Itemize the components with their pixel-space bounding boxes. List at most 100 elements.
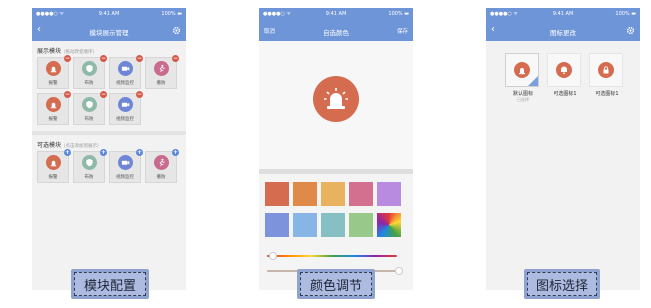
add-icon[interactable]: + — [100, 149, 107, 156]
caption-icon-select: 图标选择 — [524, 269, 600, 299]
tile-label: 布防 — [84, 117, 94, 122]
shield-icon — [82, 61, 97, 76]
color-swatch[interactable] — [321, 213, 345, 237]
nav-bar: ‹ 图标更改 — [486, 21, 640, 41]
caption-label: 模块配置 — [74, 272, 146, 296]
optional-module-tile[interactable]: 报警 + — [37, 149, 71, 183]
icon-option-name: 可选图标1 — [553, 91, 577, 97]
remove-icon[interactable]: − — [136, 55, 143, 62]
color-swatch[interactable] — [349, 213, 373, 237]
saturation-slider-handle[interactable] — [395, 267, 403, 275]
icon-option-1[interactable]: 可选图标1 — [547, 53, 583, 103]
tile-label: 报警 — [48, 175, 58, 180]
status-bar: ●●●●○ ᯤ 9:41 AM 100% ▬ — [486, 8, 640, 21]
caption-color-adjust: 颜色调节 — [297, 269, 375, 299]
shown-module-tile[interactable]: 视频监控 − — [109, 55, 143, 89]
settings-icon[interactable] — [172, 26, 181, 35]
lock-icon — [598, 62, 614, 78]
save-button[interactable]: 保存 — [397, 27, 408, 35]
status-bar: ●●●●○ ᯤ 9:41 AM 100% ▬ — [259, 8, 413, 21]
tile-label: 撤防 — [156, 175, 166, 180]
settings-icon[interactable] — [626, 26, 635, 35]
remove-icon[interactable]: − — [100, 55, 107, 62]
battery-indicator: 100% ▬ — [615, 11, 636, 17]
color-swatch[interactable] — [293, 213, 317, 237]
bell-icon — [556, 62, 572, 78]
run-icon — [154, 61, 169, 76]
nav-bar: 取消 自选颜色 保存 — [259, 21, 413, 41]
optional-module-tile[interactable]: 视频监控 + — [109, 149, 143, 183]
icon-option-name: 默认图标 — [512, 91, 533, 97]
icon-option-box — [505, 53, 539, 87]
color-swatch[interactable] — [321, 182, 345, 206]
alarm-icon — [46, 61, 61, 76]
add-icon[interactable]: + — [64, 149, 71, 156]
color-swatch[interactable] — [349, 182, 373, 206]
optional-module-tile[interactable]: 撤防 + — [145, 149, 179, 183]
icon-option-box — [547, 53, 581, 87]
remove-icon[interactable]: − — [136, 91, 143, 98]
remove-icon[interactable]: − — [100, 91, 107, 98]
optional-section-header: 可选模块（点击添加到展示） — [32, 135, 186, 149]
shown-module-tile[interactable]: 布防 − — [73, 55, 107, 89]
swatch-grid — [259, 174, 413, 237]
nav-bar: ‹ 模块展示管理 — [32, 21, 186, 41]
optional-module-grid: 报警 + 布防 + 视频监控 + 撤防 + — [32, 149, 186, 183]
page-title: 自选颜色 — [323, 29, 349, 37]
color-preview — [259, 41, 413, 169]
add-icon[interactable]: + — [136, 149, 143, 156]
battery-indicator: 100% ▬ — [161, 11, 182, 17]
selected-check-icon — [528, 76, 538, 86]
hue-slider-handle[interactable] — [269, 252, 277, 260]
phone-icon-select: ●●●●○ ᯤ 9:41 AM 100% ▬ ‹ 图标更改 默认图标 已选择 可… — [486, 8, 640, 290]
add-icon[interactable]: + — [172, 149, 179, 156]
tile-label: 撤防 — [156, 81, 166, 86]
icon-option-status: 已选择 — [517, 97, 529, 102]
custom-color-swatch[interactable] — [377, 213, 401, 237]
shown-module-grid: 报警 − 布防 − 视频监控 − 撤防 − 报警 − 布防 − 视频监控 − — [32, 55, 186, 125]
shown-module-tile[interactable]: 视频监控 − — [109, 91, 143, 125]
phone-color-adjust: ●●●●○ ᯤ 9:41 AM 100% ▬ 取消 自选颜色 保存 — [259, 8, 413, 290]
remove-icon[interactable]: − — [172, 55, 179, 62]
hue-slider-track[interactable] — [267, 255, 397, 257]
shown-module-tile[interactable]: 撤防 − — [145, 55, 179, 89]
remove-icon[interactable]: − — [64, 91, 71, 98]
caption-label: 颜色调节 — [300, 272, 372, 296]
camera-icon — [118, 155, 133, 170]
shield-icon — [82, 155, 97, 170]
tile-label: 布防 — [84, 81, 94, 86]
color-swatch[interactable] — [377, 182, 401, 206]
phone-module-config: ●●●●○ ᯤ 9:41 AM 100% ▬ ‹ 模块展示管理 展示模块（拖动改… — [32, 8, 186, 290]
icon-option-list: 默认图标 已选择 可选图标1 可选图标1 — [486, 41, 640, 103]
shown-module-tile[interactable]: 布防 − — [73, 91, 107, 125]
alarm-preview-icon — [313, 76, 359, 122]
camera-icon — [118, 97, 133, 112]
tile-label: 视频监控 — [116, 81, 134, 86]
shown-module-tile[interactable]: 报警 − — [37, 91, 71, 125]
alarm-icon — [46, 155, 61, 170]
icon-option-2[interactable]: 可选图标1 — [589, 53, 625, 103]
tile-label: 布防 — [84, 175, 94, 180]
shown-section-title: 展示模块 — [37, 48, 62, 55]
remove-icon[interactable]: − — [64, 55, 71, 62]
caption-module-config: 模块配置 — [71, 269, 149, 299]
battery-indicator: 100% ▬ — [388, 11, 409, 17]
color-swatch[interactable] — [293, 182, 317, 206]
shown-module-tile[interactable]: 报警 − — [37, 55, 71, 89]
tile-label: 视频监控 — [116, 117, 134, 122]
page-title: 模块展示管理 — [89, 29, 129, 37]
tile-label: 报警 — [48, 117, 58, 122]
alarm-icon — [46, 97, 61, 112]
icon-option-name: 可选图标1 — [595, 91, 619, 97]
optional-section-title: 可选模块 — [37, 142, 62, 149]
color-swatch[interactable] — [265, 182, 289, 206]
camera-icon — [118, 61, 133, 76]
icon-option-default[interactable]: 默认图标 已选择 — [505, 53, 541, 103]
status-bar: ●●●●○ ᯤ 9:41 AM 100% ▬ — [32, 8, 186, 21]
icon-option-box — [589, 53, 623, 87]
page-title: 图标更改 — [550, 29, 576, 37]
color-swatch[interactable] — [265, 213, 289, 237]
tile-label: 视频监控 — [116, 175, 134, 180]
tile-label: 报警 — [48, 81, 58, 86]
optional-module-tile[interactable]: 布防 + — [73, 149, 107, 183]
